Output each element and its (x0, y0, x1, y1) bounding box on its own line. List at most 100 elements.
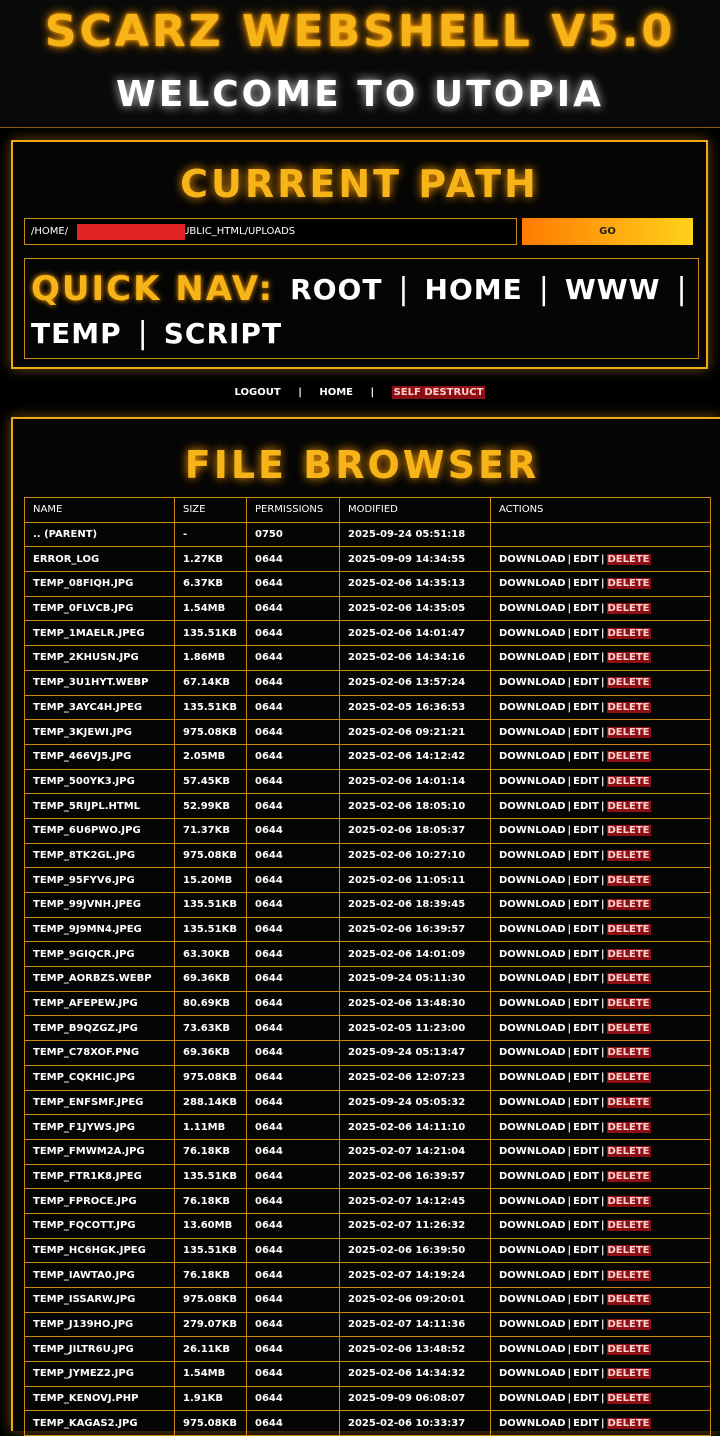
download-link[interactable]: DOWNLOAD (499, 578, 566, 589)
download-link[interactable]: DOWNLOAD (499, 677, 566, 688)
download-link[interactable]: DOWNLOAD (499, 1196, 566, 1207)
quick-nav-www[interactable]: WWW (565, 273, 661, 306)
download-link[interactable]: DOWNLOAD (499, 1393, 566, 1404)
edit-link[interactable]: EDIT (573, 1146, 599, 1157)
delete-link[interactable]: DELETE (606, 1343, 651, 1355)
logout-link[interactable]: LOGOUT (235, 387, 281, 398)
download-link[interactable]: DOWNLOAD (499, 1146, 566, 1157)
edit-link[interactable]: EDIT (573, 1319, 599, 1330)
download-link[interactable]: DOWNLOAD (499, 1368, 566, 1379)
download-link[interactable]: DOWNLOAD (499, 1270, 566, 1281)
file-name[interactable]: TEMP_J139HO.JPG (24, 1311, 175, 1338)
delete-link[interactable]: DELETE (606, 1146, 651, 1158)
column-header-modified[interactable]: MODIFIED (339, 497, 491, 523)
edit-link[interactable]: EDIT (573, 998, 599, 1009)
file-name[interactable]: TEMP_5RIJPL.HTML (24, 793, 175, 819)
file-name[interactable]: TEMP_FQCOTT.JPG (24, 1212, 175, 1239)
delete-link[interactable]: DELETE (606, 1417, 651, 1429)
file-name[interactable]: TEMP_C78XOF.PNG (24, 1040, 175, 1066)
download-link[interactable]: DOWNLOAD (499, 1047, 566, 1058)
delete-link[interactable]: DELETE (606, 578, 651, 590)
delete-link[interactable]: DELETE (606, 1121, 651, 1133)
edit-link[interactable]: EDIT (573, 1097, 599, 1108)
download-link[interactable]: DOWNLOAD (499, 924, 566, 935)
delete-link[interactable]: DELETE (606, 1393, 651, 1405)
file-name[interactable]: TEMP_AORBZS.WEBP (24, 966, 175, 992)
column-header-size[interactable]: SIZE (174, 497, 247, 523)
file-name[interactable]: TEMP_ENFSMF.JPEG (24, 1089, 175, 1116)
download-link[interactable]: DOWNLOAD (499, 899, 566, 910)
edit-link[interactable]: EDIT (573, 1220, 599, 1231)
file-name[interactable]: TEMP_F1JYWS.JPG (24, 1114, 175, 1140)
delete-link[interactable]: DELETE (606, 973, 651, 985)
delete-link[interactable]: DELETE (606, 1096, 651, 1108)
delete-link[interactable]: DELETE (606, 627, 651, 639)
edit-link[interactable]: EDIT (573, 1270, 599, 1281)
download-link[interactable]: DOWNLOAD (499, 1344, 566, 1355)
delete-link[interactable]: DELETE (606, 1170, 651, 1182)
delete-link[interactable]: DELETE (606, 1244, 651, 1256)
edit-link[interactable]: EDIT (573, 1122, 599, 1133)
file-name[interactable]: TEMP_B9QZGZ.JPG (24, 1015, 175, 1042)
file-name[interactable]: TEMP_ISSARW.JPG (24, 1287, 175, 1313)
edit-link[interactable]: EDIT (573, 1294, 599, 1305)
home-link[interactable]: HOME (319, 387, 353, 398)
edit-link[interactable]: EDIT (573, 1368, 599, 1379)
download-link[interactable]: DOWNLOAD (499, 1023, 566, 1034)
column-header-name[interactable]: NAME (24, 497, 175, 523)
delete-link[interactable]: DELETE (606, 998, 651, 1010)
download-link[interactable]: DOWNLOAD (499, 751, 566, 762)
quick-nav-home[interactable]: HOME (425, 273, 523, 306)
download-link[interactable]: DOWNLOAD (499, 1072, 566, 1083)
delete-link[interactable]: DELETE (606, 1220, 651, 1232)
file-name[interactable]: TEMP_9J9MN4.JPEG (24, 916, 175, 943)
file-name[interactable]: TEMP_KENOVJ.PHP (24, 1385, 175, 1412)
edit-link[interactable]: EDIT (573, 603, 599, 614)
delete-link[interactable]: DELETE (606, 1269, 651, 1281)
file-name[interactable]: TEMP_466VJ5.JPG (24, 743, 175, 770)
file-name[interactable]: TEMP_JILTR6U.JPG (24, 1336, 175, 1363)
edit-link[interactable]: EDIT (573, 727, 599, 738)
file-name[interactable]: TEMP_IAWTA0.JPG (24, 1262, 175, 1288)
file-name[interactable]: .. (PARENT) (24, 521, 175, 548)
delete-link[interactable]: DELETE (606, 652, 651, 664)
download-link[interactable]: DOWNLOAD (499, 825, 566, 836)
delete-link[interactable]: DELETE (606, 825, 651, 837)
quick-nav-root[interactable]: ROOT (290, 273, 382, 306)
delete-link[interactable]: DELETE (606, 1022, 651, 1034)
edit-link[interactable]: EDIT (573, 702, 599, 713)
file-name[interactable]: TEMP_95FYV6.JPG (24, 867, 175, 893)
edit-link[interactable]: EDIT (573, 1023, 599, 1034)
download-link[interactable]: DOWNLOAD (499, 1171, 566, 1182)
file-name[interactable]: TEMP_FTR1K8.JPEG (24, 1163, 175, 1190)
download-link[interactable]: DOWNLOAD (499, 727, 566, 738)
file-name[interactable]: TEMP_FMWM2A.JPG (24, 1138, 175, 1165)
download-link[interactable]: DOWNLOAD (499, 875, 566, 886)
download-link[interactable]: DOWNLOAD (499, 628, 566, 639)
edit-link[interactable]: EDIT (573, 1196, 599, 1207)
edit-link[interactable]: EDIT (573, 1344, 599, 1355)
delete-link[interactable]: DELETE (606, 1368, 651, 1380)
download-link[interactable]: DOWNLOAD (499, 973, 566, 984)
file-name[interactable]: TEMP_6U6PWO.JPG (24, 817, 175, 844)
edit-link[interactable]: EDIT (573, 652, 599, 663)
edit-link[interactable]: EDIT (573, 554, 599, 565)
file-name[interactable]: TEMP_0FLVCB.JPG (24, 595, 175, 622)
edit-link[interactable]: EDIT (573, 677, 599, 688)
file-name[interactable]: TEMP_AFEPEW.JPG (24, 990, 175, 1017)
edit-link[interactable]: EDIT (573, 1393, 599, 1404)
download-link[interactable]: DOWNLOAD (499, 1220, 566, 1231)
download-link[interactable]: DOWNLOAD (499, 998, 566, 1009)
delete-link[interactable]: DELETE (606, 603, 651, 615)
delete-link[interactable]: DELETE (606, 775, 651, 787)
column-header-permissions[interactable]: PERMISSIONS (246, 497, 340, 523)
delete-link[interactable]: DELETE (606, 874, 651, 886)
file-name[interactable]: TEMP_8TK2GL.JPG (24, 842, 175, 869)
edit-link[interactable]: EDIT (573, 578, 599, 589)
download-link[interactable]: DOWNLOAD (499, 850, 566, 861)
download-link[interactable]: DOWNLOAD (499, 1122, 566, 1133)
download-link[interactable]: DOWNLOAD (499, 949, 566, 960)
edit-link[interactable]: EDIT (573, 1047, 599, 1058)
download-link[interactable]: DOWNLOAD (499, 554, 566, 565)
download-link[interactable]: DOWNLOAD (499, 1294, 566, 1305)
